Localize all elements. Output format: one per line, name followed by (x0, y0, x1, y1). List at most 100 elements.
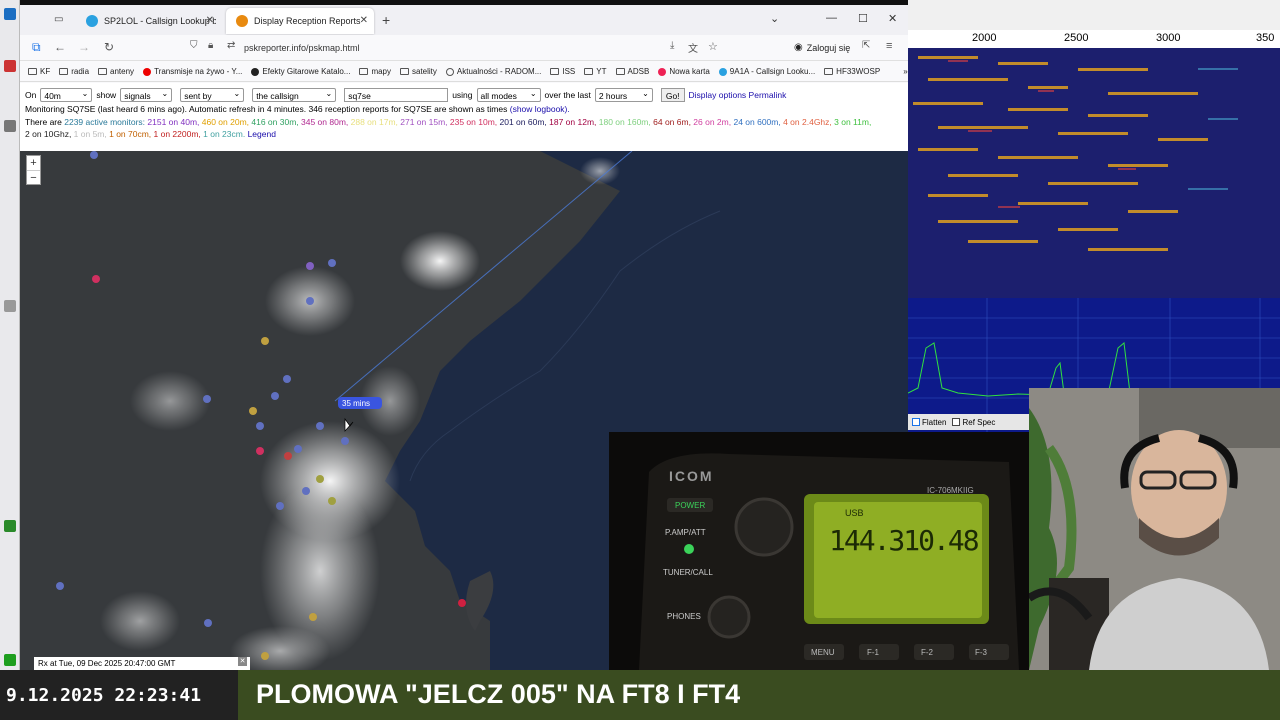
bookmark-folder[interactable]: YT (584, 67, 607, 76)
period-select[interactable]: 2 hours (594, 88, 653, 102)
radio-mode: USB (845, 508, 864, 518)
spectrum-titlebar (908, 0, 1280, 30)
band-count: 1 on 2200m, (153, 129, 204, 139)
mode-select[interactable]: all modes (476, 88, 541, 102)
globe-icon (445, 67, 454, 76)
band-count: 24 on 600m, (733, 116, 784, 127)
app-icon[interactable] (4, 120, 16, 132)
zoom-in-button[interactable]: + (27, 156, 40, 171)
app-icon[interactable] (4, 300, 16, 312)
bookmark-folder[interactable]: ISS (550, 67, 575, 76)
bookmark-link[interactable]: 9A1A - Callsign Looku... (718, 67, 815, 76)
extensions-icon[interactable]: ⇱ (862, 40, 870, 51)
bookmark-link[interactable]: Nowa karta (658, 67, 710, 76)
site-favicon-icon (236, 15, 248, 27)
sent-select[interactable]: sent by (180, 88, 245, 102)
display-options-link[interactable]: Display options (689, 89, 747, 102)
zoom-out-button[interactable]: − (27, 171, 40, 185)
reload-icon[interactable]: ↻ (104, 40, 114, 54)
tab-callsign-lookup[interactable]: SP2LOL - Callsign Lookup by QR ✕ (76, 8, 220, 34)
forward-icon[interactable]: → (78, 40, 90, 54)
folder-icon (400, 68, 409, 75)
bookmark-folder[interactable]: KF (28, 67, 50, 76)
spectrum-options: Flatten Ref Spec (908, 414, 1032, 430)
go-button[interactable]: Go! (660, 88, 685, 102)
ref-spec-checkbox[interactable] (952, 418, 961, 426)
phones-label: PHONES (667, 612, 701, 621)
band-select[interactable]: 40m (40, 88, 93, 102)
app-icon[interactable] (4, 60, 16, 72)
youtube-icon (143, 67, 152, 76)
maximize-icon[interactable]: ☐ (858, 12, 868, 25)
bookmark-label: mapy (371, 67, 391, 76)
radio-frequency: 144.310.48 (829, 524, 980, 557)
webcam-image (1029, 388, 1280, 670)
url-field[interactable]: pskreporter.info/pskmap.html (244, 43, 360, 53)
app-icon[interactable] (4, 520, 16, 532)
new-tab-icon[interactable]: + (382, 12, 390, 28)
tab-display-reception-reports[interactable]: Display Reception Reports ✕ (226, 8, 374, 34)
scale-tick: 2500 (1064, 32, 1089, 44)
show-logbook-link[interactable]: (show logbook). (510, 104, 570, 114)
tab-list-icon[interactable]: ▭ (54, 14, 63, 25)
chevron-down-icon[interactable]: ⌄ (770, 12, 779, 25)
bookmark-folder[interactable]: ADSB (615, 67, 649, 76)
close-icon[interactable]: ✕ (206, 15, 214, 26)
bookmark-link[interactable]: Aktualności - RADOM... (445, 67, 541, 76)
legend-link[interactable]: Legend (248, 129, 276, 139)
login-label: Zaloguj się (806, 42, 851, 53)
using-label: using (452, 89, 473, 100)
sidebar-icon[interactable]: ⧉ (32, 40, 41, 55)
over-label: over the last (544, 89, 591, 100)
callsign-input[interactable]: sq7se (344, 88, 449, 102)
folder-icon (584, 68, 594, 75)
bookmark-folder[interactable]: anteny (98, 67, 134, 76)
lock-icon[interactable]: 🔒︎ (208, 40, 213, 51)
webcam-overlay (1029, 388, 1280, 670)
back-icon[interactable]: ← (54, 40, 66, 54)
waterfall[interactable] (908, 48, 1280, 432)
minimize-icon[interactable]: — (826, 12, 837, 24)
close-icon[interactable]: ✕ (238, 657, 247, 666)
save-page-icon[interactable]: ⤓ (670, 40, 674, 51)
band-count: 1 on 70cm, (109, 129, 154, 139)
app-icon[interactable] (4, 654, 16, 666)
bookmark-label: Transmisje na żywo - Y... (154, 67, 243, 76)
band-count: 345 on 80m, (301, 116, 351, 127)
bookmark-link[interactable]: Efekty Gitarowe Katalo... (251, 67, 350, 76)
bookmark-folder[interactable]: HF33WOSP (824, 67, 880, 76)
translate-icon[interactable]: 文 (688, 40, 698, 55)
folder-icon (359, 68, 369, 75)
close-icon[interactable]: ✕ (360, 15, 368, 26)
infobox-text: Rx at Tue, 09 Dec 2025 20:47:00 GMT (38, 659, 176, 668)
flatten-checkbox[interactable] (912, 418, 920, 426)
query-form: On 40m show signals sent by the callsign… (25, 87, 903, 103)
bookmark-link[interactable]: Transmisje na żywo - Y... (143, 67, 242, 76)
there-are-label: There are (25, 116, 62, 127)
bookmark-folder[interactable]: satelity (400, 67, 437, 76)
bookmark-folder[interactable]: mapy (359, 67, 391, 76)
bookmark-folder[interactable]: radia (59, 67, 89, 76)
permalink-link[interactable]: Permalink (749, 89, 787, 102)
band-count: 460 on 20m, (201, 116, 252, 127)
show-select[interactable]: signals (120, 88, 173, 102)
zoom-control[interactable]: + − (26, 155, 41, 185)
menu-button: MENU (811, 648, 835, 657)
app-icon[interactable] (4, 8, 16, 20)
band-count: 2151 on 40m, (147, 116, 202, 127)
close-window-icon[interactable]: ✕ (888, 12, 897, 25)
menu-icon[interactable]: ≡ (886, 40, 892, 52)
band-counts: There are 2239 active monitors: 2151 on … (25, 116, 903, 129)
permissions-icon[interactable]: ⇄ (227, 40, 235, 51)
bookmark-star-icon[interactable]: ☆ (708, 40, 718, 53)
shield-icon[interactable]: ⛉ (190, 40, 198, 51)
more-bookmarks-icon[interactable]: » (903, 67, 907, 76)
login-button[interactable]: ◉ Zaloguj się (794, 42, 850, 53)
band-count: 1 on 5m, (73, 129, 110, 139)
who-select[interactable]: the callsign (252, 88, 337, 102)
bookmark-label: KF (40, 67, 51, 76)
band-count: 235 on 10m, (449, 116, 500, 127)
f1-button: F-1 (867, 648, 879, 657)
stream-clock: 9.12.2025 22:23:41 (0, 670, 238, 720)
band-count: 271 on 15m, (400, 116, 450, 127)
